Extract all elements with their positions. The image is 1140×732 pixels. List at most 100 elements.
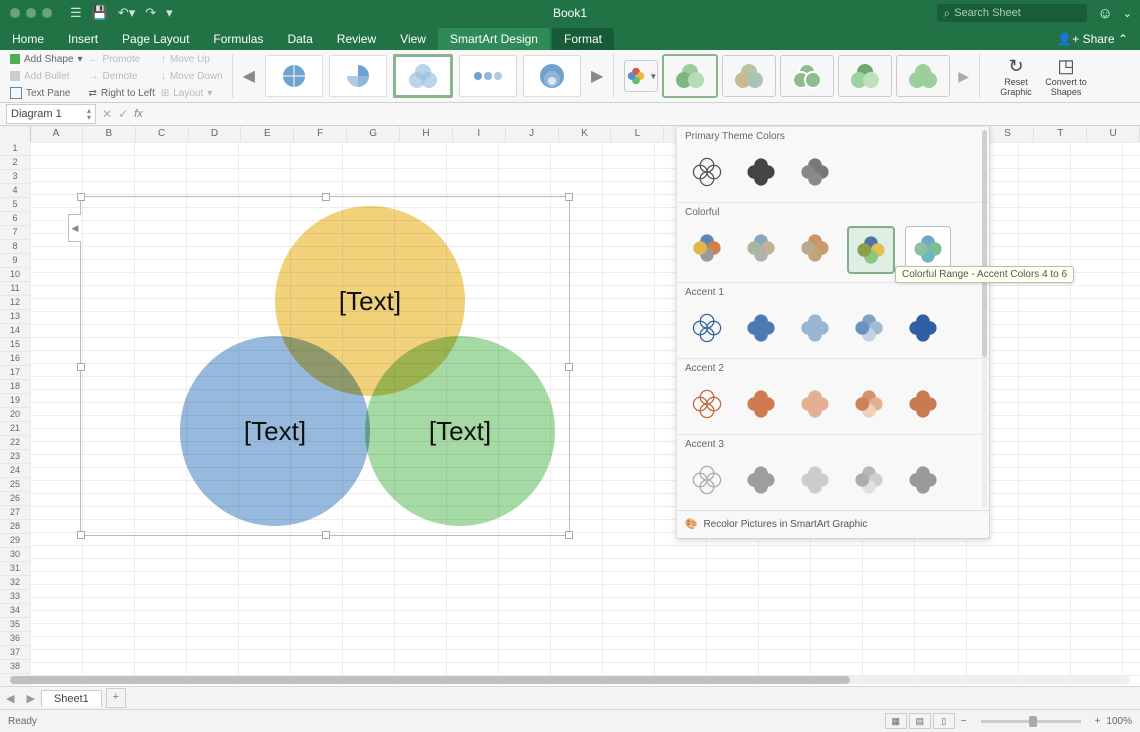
venn-circle-2[interactable]: [Text] bbox=[180, 336, 370, 526]
row-12[interactable]: 12 bbox=[0, 296, 30, 310]
color-swatch-accent1-0[interactable] bbox=[685, 306, 729, 350]
col-H[interactable]: H bbox=[400, 126, 453, 142]
move-up-button[interactable]: ↑ Move Up bbox=[161, 52, 223, 66]
col-J[interactable]: J bbox=[506, 126, 559, 142]
color-swatch-accent1-2[interactable] bbox=[793, 306, 837, 350]
row-18[interactable]: 18 bbox=[0, 380, 30, 394]
color-swatch-accent1-3[interactable] bbox=[847, 306, 891, 350]
color-swatch-accent1-1[interactable] bbox=[739, 306, 783, 350]
styles-next-icon[interactable]: ▶ bbox=[954, 68, 973, 85]
share-button[interactable]: 👤+ Share ⌃ bbox=[1045, 28, 1140, 50]
col-B[interactable]: B bbox=[83, 126, 136, 142]
tab-formulas[interactable]: Formulas bbox=[201, 28, 275, 50]
color-swatch-accent2-0[interactable] bbox=[685, 382, 729, 426]
color-swatch-primary-0[interactable] bbox=[685, 150, 729, 194]
right-to-left-button[interactable]: ⇄ Right to Left bbox=[89, 86, 155, 100]
add-shape-button[interactable]: Add Shape ▾ bbox=[10, 52, 83, 66]
add-bullet-button[interactable]: Add Bullet bbox=[10, 69, 83, 83]
layout-option-1[interactable] bbox=[265, 55, 323, 97]
row-25[interactable]: 25 bbox=[0, 478, 30, 492]
layout-option-2[interactable] bbox=[329, 55, 387, 97]
row-34[interactable]: 34 bbox=[0, 604, 30, 618]
sheet-nav-next-icon[interactable]: ▶ bbox=[20, 692, 40, 705]
col-C[interactable]: C bbox=[136, 126, 189, 142]
row-30[interactable]: 30 bbox=[0, 548, 30, 562]
row-5[interactable]: 5 bbox=[0, 198, 30, 212]
tab-insert[interactable]: Insert bbox=[56, 28, 110, 50]
accept-formula-icon[interactable]: ✓ bbox=[118, 107, 128, 121]
row-37[interactable]: 37 bbox=[0, 646, 30, 660]
color-swatch-accent2-2[interactable] bbox=[793, 382, 837, 426]
row-13[interactable]: 13 bbox=[0, 310, 30, 324]
color-swatch-accent1-4[interactable] bbox=[901, 306, 945, 350]
row-9[interactable]: 9 bbox=[0, 254, 30, 268]
row-27[interactable]: 27 bbox=[0, 506, 30, 520]
color-swatch-colorful-0[interactable] bbox=[685, 226, 729, 270]
formula-input[interactable] bbox=[143, 104, 1140, 124]
gallery-prev-icon[interactable]: ◀ bbox=[239, 66, 259, 86]
tab-review[interactable]: Review bbox=[325, 28, 388, 50]
change-colors-button[interactable]: ▼ bbox=[624, 60, 658, 92]
row-17[interactable]: 17 bbox=[0, 366, 30, 380]
row-headers[interactable]: 1234567891011121314151617181920212223242… bbox=[0, 142, 31, 686]
color-swatch-accent3-0[interactable] bbox=[685, 458, 729, 502]
search-sheet-input[interactable]: Search Sheet bbox=[937, 4, 1087, 22]
select-all-corner[interactable] bbox=[0, 126, 31, 143]
tab-smartart-design[interactable]: SmartArt Design bbox=[438, 28, 550, 50]
tab-page-layout[interactable]: Page Layout bbox=[110, 28, 201, 50]
col-L[interactable]: L bbox=[611, 126, 664, 142]
row-31[interactable]: 31 bbox=[0, 562, 30, 576]
tab-data[interactable]: Data bbox=[275, 28, 324, 50]
tab-format[interactable]: Format bbox=[552, 28, 614, 50]
sheet-tab-1[interactable]: Sheet1 bbox=[41, 690, 102, 707]
demote-button[interactable]: → Demote bbox=[89, 69, 155, 83]
row-35[interactable]: 35 bbox=[0, 618, 30, 632]
row-3[interactable]: 3 bbox=[0, 170, 30, 184]
style-option-5[interactable] bbox=[896, 55, 950, 97]
col-I[interactable]: I bbox=[453, 126, 506, 142]
add-sheet-button[interactable]: + bbox=[106, 688, 126, 708]
sheet-nav-prev-icon[interactable]: ◀ bbox=[0, 692, 20, 705]
col-G[interactable]: G bbox=[347, 126, 400, 142]
zoom-out-button[interactable]: − bbox=[961, 716, 967, 727]
row-36[interactable]: 36 bbox=[0, 632, 30, 646]
row-24[interactable]: 24 bbox=[0, 464, 30, 478]
color-swatch-accent3-1[interactable] bbox=[739, 458, 783, 502]
row-7[interactable]: 7 bbox=[0, 226, 30, 240]
row-20[interactable]: 20 bbox=[0, 408, 30, 422]
color-swatch-accent3-3[interactable] bbox=[847, 458, 891, 502]
tab-home[interactable]: Home bbox=[0, 28, 56, 50]
row-21[interactable]: 21 bbox=[0, 422, 30, 436]
row-16[interactable]: 16 bbox=[0, 352, 30, 366]
col-E[interactable]: E bbox=[241, 126, 294, 142]
row-15[interactable]: 15 bbox=[0, 338, 30, 352]
venn-circle-3[interactable]: [Text] bbox=[365, 336, 555, 526]
tab-view[interactable]: View bbox=[388, 28, 438, 50]
color-swatch-accent3-4[interactable] bbox=[901, 458, 945, 502]
row-10[interactable]: 10 bbox=[0, 268, 30, 282]
move-down-button[interactable]: ↓ Move Down bbox=[161, 69, 223, 83]
color-swatch-colorful-3[interactable] bbox=[847, 226, 895, 274]
style-option-2[interactable] bbox=[722, 55, 776, 97]
row-38[interactable]: 38 bbox=[0, 660, 30, 674]
zoom-slider[interactable] bbox=[981, 720, 1081, 723]
row-32[interactable]: 32 bbox=[0, 576, 30, 590]
convert-to-shapes-button[interactable]: ◳Convert to Shapes bbox=[1044, 56, 1088, 97]
row-22[interactable]: 22 bbox=[0, 436, 30, 450]
color-swatch-accent3-2[interactable] bbox=[793, 458, 837, 502]
row-8[interactable]: 8 bbox=[0, 240, 30, 254]
row-23[interactable]: 23 bbox=[0, 450, 30, 464]
col-F[interactable]: F bbox=[294, 126, 347, 142]
view-page-layout-button[interactable]: ▤ bbox=[909, 713, 931, 729]
row-29[interactable]: 29 bbox=[0, 534, 30, 548]
color-swatch-colorful-1[interactable] bbox=[739, 226, 783, 270]
worksheet-area[interactable]: ABCDEFGHIJKLMSTU 12345678910111213141516… bbox=[0, 126, 1140, 686]
col-A[interactable]: A bbox=[30, 126, 83, 142]
gallery-next-icon[interactable]: ▶ bbox=[587, 66, 607, 86]
text-pane-button[interactable]: Text Pane bbox=[10, 86, 83, 100]
reset-graphic-button[interactable]: ↻Reset Graphic bbox=[994, 56, 1038, 97]
zoom-in-button[interactable]: + bbox=[1095, 716, 1101, 727]
color-swatch-primary-1[interactable] bbox=[739, 150, 783, 194]
feedback-icon[interactable]: ☺ bbox=[1097, 5, 1112, 22]
col-D[interactable]: D bbox=[189, 126, 242, 142]
